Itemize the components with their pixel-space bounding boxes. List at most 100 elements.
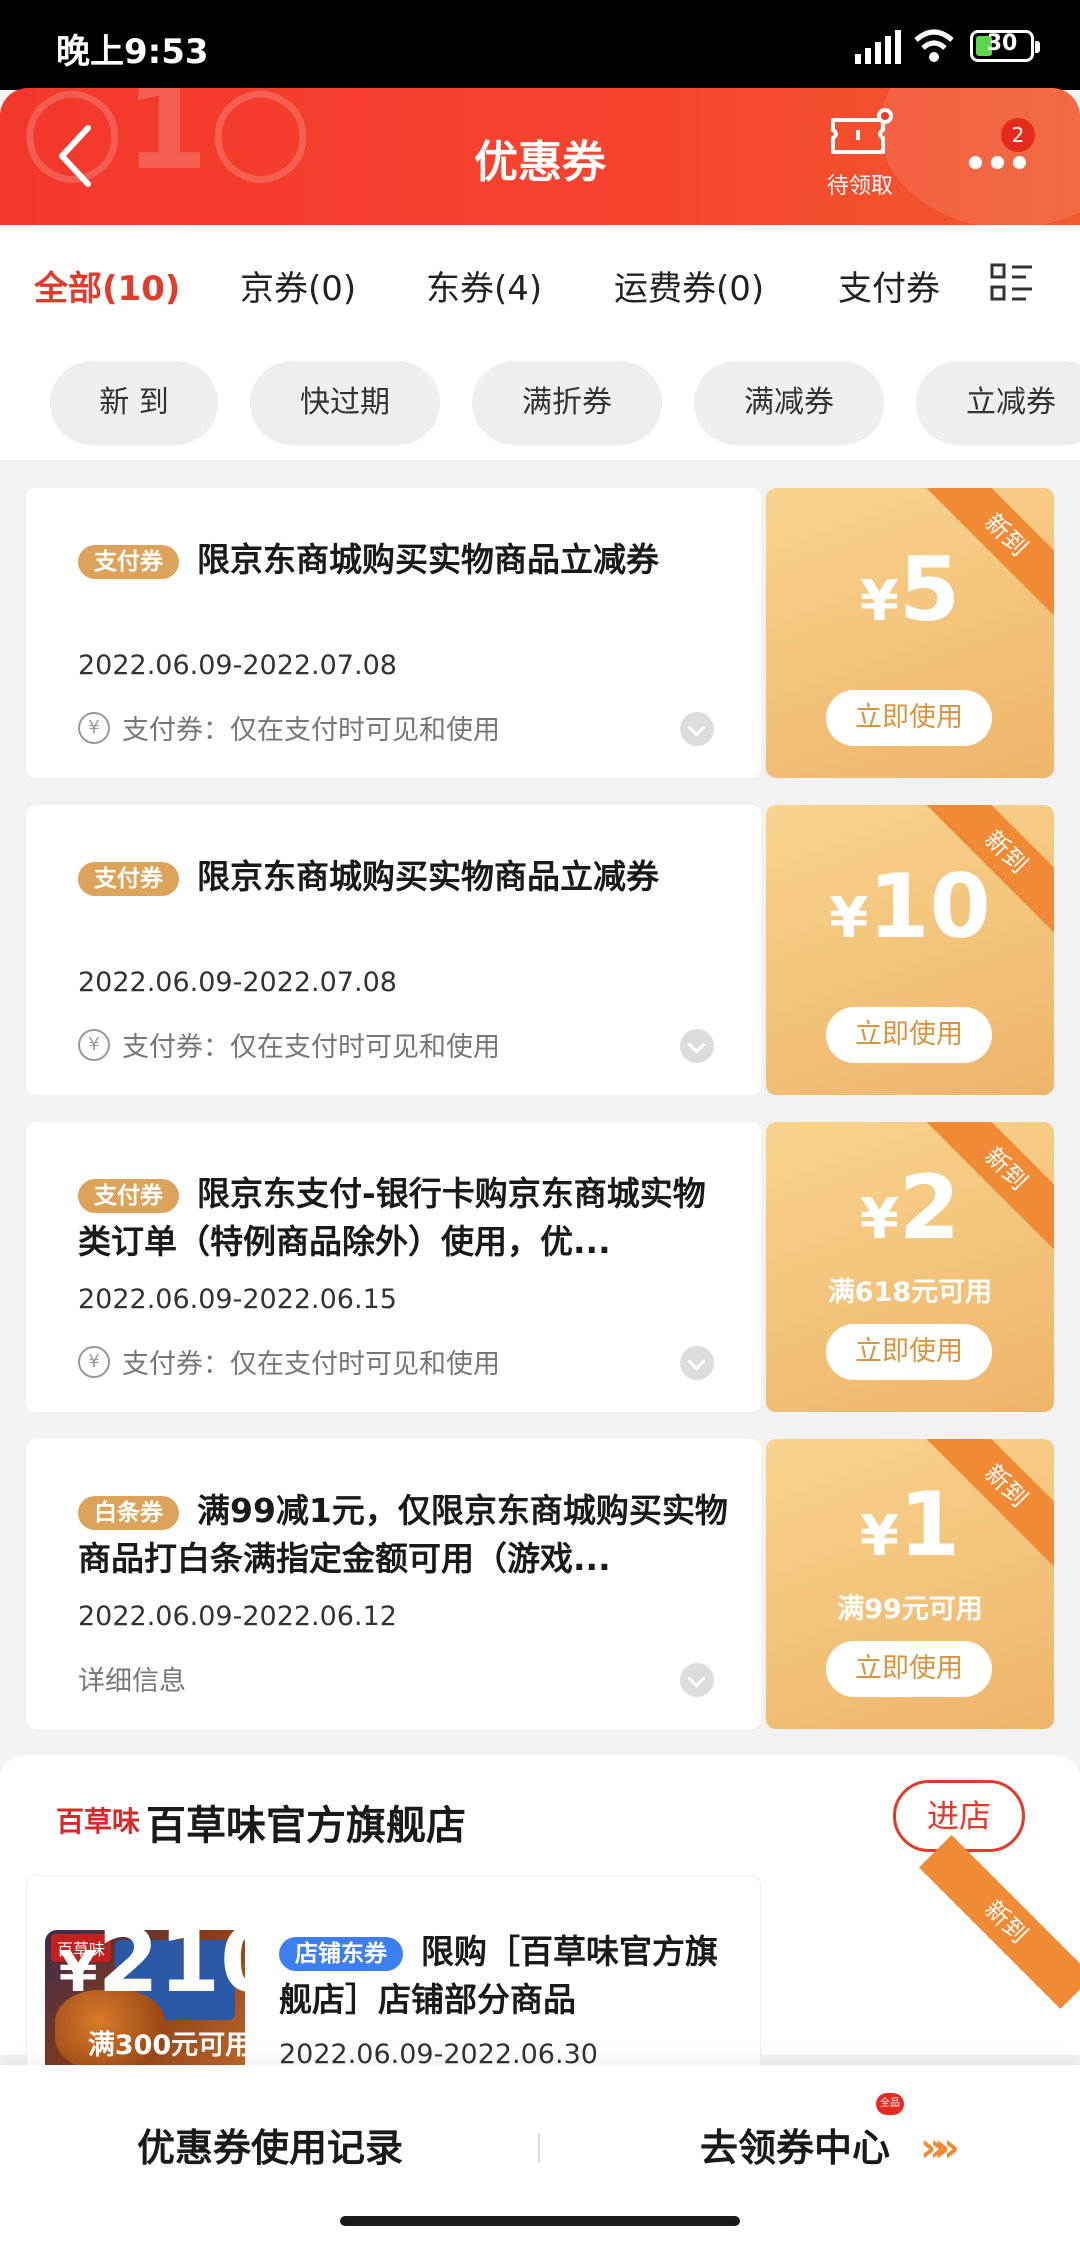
coupon-value-panel: 新到 ¥10 立即使用 — [766, 805, 1054, 1095]
coupon-amount: ¥2 — [766, 1156, 1054, 1259]
coupon-title: 店铺东券 限购［百草味官方旗舰店］店铺部分商品 — [279, 1928, 739, 2024]
coupon-tag: 支付券 — [78, 1178, 179, 1213]
expand-icon[interactable] — [680, 1029, 714, 1063]
pending-claim-label: 待领取 — [826, 174, 893, 199]
yen-icon: ¥ — [78, 1028, 110, 1061]
store-section: 百草味 百草味官方旗舰店 进店 百草味 店铺东券 限购［百草味官方旗舰店］店铺部分… — [0, 1755, 1080, 2076]
coupon-amount: ¥10 — [766, 855, 1054, 958]
expand-icon[interactable] — [680, 1663, 714, 1697]
filter-chips: 新 到 快过期 满折券 满减券 立减券 — [0, 345, 1080, 460]
coupon-amount: ¥5 — [766, 538, 1054, 641]
signal-icon — [855, 30, 901, 64]
more-dot-icon — [991, 156, 1004, 169]
coupon-note: ¥ 支付券：仅在支付时可见和使用 — [78, 708, 500, 747]
coupon-note-text: 支付券：仅在支付时可见和使用 — [122, 1032, 500, 1063]
coupon-tag: 支付券 — [78, 861, 179, 896]
yen-icon: ¥ — [78, 711, 110, 744]
coupon-note-text: 支付券：仅在支付时可见和使用 — [122, 715, 500, 746]
tab-jd-coupon[interactable]: 京券(0) — [240, 261, 356, 310]
new-ribbon: 新到 — [919, 1835, 1080, 2009]
coupon-title: 支付券 限京东商城购买实物商品立减券 — [78, 536, 728, 584]
coupon-note: ¥ 支付券：仅在支付时可见和使用 — [78, 1025, 500, 1064]
coupon-amount-value: 1 — [898, 1473, 961, 1576]
coupon-info: 支付券 限京东商城购买实物商品立减券 2022.06.09-2022.07.08 … — [26, 488, 761, 778]
coupon-amount-value: 2 — [898, 1156, 961, 1259]
expand-icon[interactable] — [680, 712, 714, 746]
coupon-card[interactable]: 支付券 限京东支付-银行卡购京东商城实物类订单（特例商品除外）使用，优... 20… — [26, 1122, 1054, 1412]
use-now-button[interactable]: 立即使用 — [826, 1641, 992, 1697]
divider — [538, 2133, 540, 2163]
coupon-note-text: 详细信息 — [78, 1666, 186, 1697]
coupon-title-text: 限京东商城购买实物商品立减券 — [197, 857, 659, 896]
coupon-condition: 满300元可用 — [87, 2030, 253, 2061]
currency-symbol: ¥ — [829, 886, 869, 951]
coupon-info: 支付券 限京东支付-银行卡购京东商城实物类订单（特例商品除外）使用，优... 20… — [26, 1122, 761, 1412]
coupon-amount-value: 10 — [868, 855, 991, 958]
yen-icon: ¥ — [78, 1345, 110, 1378]
double-chevron-right-icon: »» — [920, 2125, 960, 2171]
coupon-tag: 白条券 — [78, 1495, 179, 1530]
coupon-condition: 满99元可用 — [837, 1594, 983, 1625]
chip-full-reduction[interactable]: 满减券 — [694, 361, 884, 445]
coupon-date: 2022.06.09-2022.06.12 — [78, 1601, 397, 1632]
tab-all[interactable]: 全部(10) — [34, 261, 180, 310]
currency-symbol: ¥ — [859, 1187, 899, 1252]
tab-list-button[interactable] — [960, 245, 1080, 325]
coupon-tag: 支付券 — [78, 544, 179, 579]
battery-level: 30 — [986, 31, 1018, 56]
coupon-card[interactable]: 支付券 限京东商城购买实物商品立减券 2022.06.09-2022.07.08 … — [26, 805, 1054, 1095]
coupon-amount: ¥210 — [26, 1909, 314, 2012]
expand-icon[interactable] — [680, 1346, 714, 1380]
tab-shipping-coupon[interactable]: 运费券(0) — [614, 261, 764, 310]
page-title: 优惠券 — [474, 137, 606, 188]
chip-discount[interactable]: 满折券 — [472, 361, 662, 445]
tab-dong-coupon[interactable]: 东券(4) — [426, 261, 542, 310]
coupon-center-button[interactable]: 去领券中心 — [700, 2117, 890, 2172]
ticket-icon — [831, 108, 893, 154]
notification-badge: 2 — [1001, 118, 1035, 152]
use-now-button[interactable]: 立即使用 — [826, 1324, 992, 1380]
header: ○1○ 优惠券 待领取 2 — [0, 88, 1080, 225]
status-time: 晚上9:53 — [56, 32, 209, 72]
pending-claim-button[interactable]: 待领取 — [815, 106, 905, 216]
coupon-title-text: 限京东商城购买实物商品立减券 — [197, 540, 659, 579]
coupon-detail-link[interactable]: 详细信息 — [78, 1659, 186, 1698]
coupon-value-panel: 新到 ¥1 满99元可用 立即使用 — [766, 1439, 1054, 1729]
use-now-button[interactable]: 立即使用 — [826, 1007, 992, 1063]
coupon-note: ¥ 支付券：仅在支付时可见和使用 — [78, 1342, 500, 1381]
more-dot-icon — [1013, 156, 1026, 169]
list-icon — [990, 263, 1032, 301]
wifi-icon — [914, 29, 954, 62]
enter-store-button[interactable]: 进店 — [893, 1780, 1025, 1852]
tab-payment-coupon[interactable]: 支付券 — [838, 261, 940, 310]
coupon-amount: ¥1 — [766, 1473, 1054, 1576]
coupon-center-badge: 全品类 — [876, 2093, 904, 2131]
store-name[interactable]: 百草味官方旗舰店 — [146, 1793, 466, 1851]
currency-symbol: ¥ — [58, 1940, 98, 2005]
currency-symbol: ¥ — [859, 1504, 899, 1569]
coupon-card[interactable]: 支付券 限京东商城购买实物商品立减券 2022.06.09-2022.07.08 … — [26, 488, 1054, 778]
category-tabs: 全部(10) 京券(0) 东券(4) 运费券(0) 支付券 — [0, 225, 1080, 345]
store-coupon-card[interactable]: 百草味 店铺东券 限购［百草味官方旗舰店］店铺部分商品 2022.06.09-20… — [26, 1835, 1080, 2076]
coupon-note-text: 支付券：仅在支付时可见和使用 — [122, 1349, 500, 1380]
status-bar: 晚上9:53 30 — [0, 0, 1080, 90]
chip-new[interactable]: 新 到 — [50, 361, 218, 445]
coupon-card[interactable]: 白条券 满99减1元，仅限京东商城购买实物商品打白条满指定金额可用（游戏... 2… — [26, 1439, 1054, 1729]
coupon-condition: 满618元可用 — [827, 1277, 993, 1308]
coupon-amount-value: 210 — [97, 1909, 282, 2012]
chip-instant-reduction[interactable]: 立减券 — [916, 361, 1080, 445]
home-indicator[interactable] — [340, 2216, 740, 2226]
coupon-date: 2022.06.09-2022.07.08 — [78, 967, 397, 998]
coupon-info: 白条券 满99减1元，仅限京东商城购买实物商品打白条满指定金额可用（游戏... 2… — [26, 1439, 761, 1729]
usage-history-button[interactable]: 优惠券使用记录 — [0, 2117, 540, 2172]
more-dot-icon — [969, 156, 982, 169]
more-button[interactable]: 2 — [965, 118, 1035, 188]
use-now-button[interactable]: 立即使用 — [826, 690, 992, 746]
store-logo: 百草味 — [56, 1805, 141, 1838]
currency-symbol: ¥ — [859, 569, 899, 634]
coupon-date: 2022.06.09-2022.07.08 — [78, 650, 397, 681]
coupon-info: 支付券 限京东商城购买实物商品立减券 2022.06.09-2022.07.08 … — [26, 805, 761, 1095]
coupon-amount-value: 5 — [898, 538, 961, 641]
battery-icon: 30 — [970, 30, 1040, 62]
chip-expiring[interactable]: 快过期 — [250, 361, 440, 445]
